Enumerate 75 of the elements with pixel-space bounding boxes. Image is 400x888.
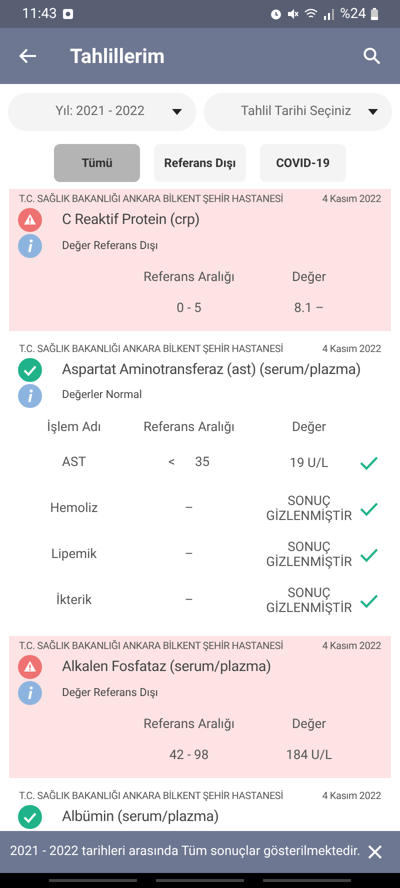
alarm-icon (270, 8, 282, 20)
filter-tab[interactable]: Referans Dışı (154, 144, 246, 182)
status-note: Değer Referans Dışı (62, 238, 158, 254)
check-icon (359, 455, 379, 471)
result-value: 184 U/L (286, 748, 332, 763)
result-value: 19 U/L (290, 456, 328, 470)
search-button[interactable] (362, 46, 382, 66)
reference-range: – (184, 546, 194, 564)
result-value: 8.1 – (294, 301, 324, 316)
result-value: SONUÇ GİZLENMİŞTİR (265, 540, 353, 570)
status-time: 11:43 (22, 4, 57, 24)
result-card[interactable]: T.C. SAĞLIK BAKANLIĞI ANKARA BİLKENT ŞEHİR HASTANESİ 4 Kasım 2022 C Reaktif Protein (crp) Değer Referans Dışı Referans Aralığı Değer 0 - 5 8.1 – (9, 189, 391, 330)
dropdown-caret-icon (368, 109, 378, 115)
test-name: İkterik (56, 592, 92, 610)
mute-icon (287, 8, 299, 20)
status-note: Değer Referans Dışı (62, 684, 158, 701)
hospital-name: T.C. SAĞLIK BAKANLIĞI ANKARA BİLKENT ŞEHİR HASTANESİ (19, 194, 284, 206)
wifi-icon (304, 8, 318, 20)
check-circle-icon (18, 804, 42, 828)
column-header: Referans Aralığı (142, 418, 236, 436)
status-note: Değerler Normal (62, 387, 142, 404)
signal-icon (323, 8, 335, 20)
info-icon (18, 681, 42, 705)
info-icon (18, 384, 42, 408)
filter-dropdown[interactable]: Yıl: 2021 - 2022 (8, 93, 196, 131)
result-card[interactable]: T.C. SAĞLIK BAKANLIĞI ANKARA BİLKENT ŞEHİR HASTANESİ 4 Kasım 2022 Alkalen Fosfataz (serum/plazma) Değer Referans Dışı Referans Aralığı Değer 42 - 98 184 U/L (9, 636, 391, 778)
result-date: 4 Kasım 2022 (322, 790, 381, 802)
info-icon (18, 234, 42, 258)
notification-icon (62, 9, 73, 19)
reference-range: 0 - 5 (176, 300, 202, 318)
page-title: Tahlillerim (70, 43, 165, 70)
close-icon (368, 845, 382, 859)
column-header: Referans Aralığı (142, 269, 236, 287)
battery-icon (371, 8, 378, 20)
hospital-name: T.C. SAĞLIK BAKANLIĞI ANKARA BİLKENT ŞEHİR HASTANESİ (19, 641, 284, 653)
check-icon (359, 593, 379, 609)
result-date: 4 Kasım 2022 (322, 194, 381, 206)
reference-range: 42 - 98 (169, 746, 209, 765)
result-value: SONUÇ GİZLENMİŞTİR (265, 494, 353, 524)
test-title: Aspartat Aminotransferaz (ast) (serum/plazma) (62, 360, 361, 380)
test-name: Hemoliz (50, 500, 98, 518)
check-icon (359, 501, 379, 517)
check-icon (359, 547, 379, 563)
result-date: 4 Kasım 2022 (322, 344, 381, 356)
result-value: SONUÇ GİZLENMİŞTİR (265, 586, 353, 616)
column-header: İşlem Adı (46, 418, 102, 436)
dropdown-caret-icon (172, 109, 182, 115)
warning-icon (18, 655, 42, 679)
filter-dropdown[interactable]: Tahlil Tarihi Seçiniz (204, 93, 392, 131)
test-title: C Reaktif Protein (crp) (62, 210, 200, 230)
warning-icon (18, 208, 42, 232)
range-operator: < (168, 454, 175, 472)
column-header: Referans Aralığı (142, 716, 236, 734)
test-title: Albümin (serum/plazma) (62, 806, 219, 827)
check-circle-icon (18, 358, 42, 382)
column-header: Değer (290, 418, 328, 436)
column-header: Değer (290, 269, 328, 287)
search-icon (363, 47, 381, 65)
reference-range: 35 (194, 454, 210, 472)
test-name: AST (62, 454, 86, 472)
snackbar-message: 2021 - 2022 tarihleri arasında Tüm sonuçlar gösterilmektedir. (10, 843, 360, 862)
battery-percent: %24 (340, 4, 366, 24)
result-date: 4 Kasım 2022 (322, 641, 381, 653)
filter-tab[interactable]: COVID-19 (260, 144, 346, 182)
filter-tab[interactable]: Tümü (54, 144, 140, 182)
close-button[interactable] (368, 844, 384, 860)
back-arrow-icon (19, 48, 37, 64)
test-name: Lipemik (51, 546, 97, 564)
reference-range: – (184, 592, 194, 610)
hospital-name: T.C. SAĞLIK BAKANLIĞI ANKARA BİLKENT ŞEHİR HASTANESİ (19, 344, 284, 356)
hospital-name: T.C. SAĞLIK BAKANLIĞI ANKARA BİLKENT ŞEHİR HASTANESİ (19, 790, 284, 802)
reference-range: – (184, 500, 194, 518)
test-title: Alkalen Fosfataz (serum/plazma) (62, 657, 271, 678)
back-button[interactable] (18, 46, 38, 66)
column-header: Değer (290, 716, 328, 734)
